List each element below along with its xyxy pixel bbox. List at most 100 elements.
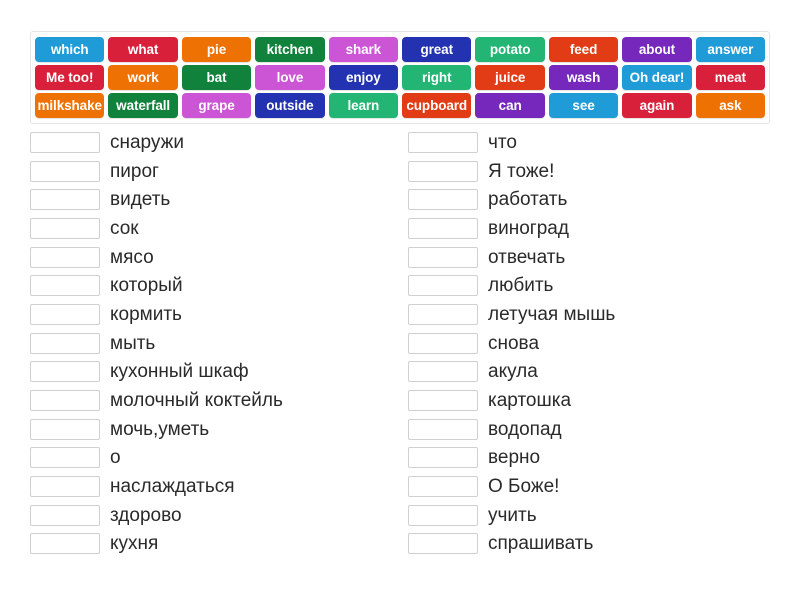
word-tile[interactable]: can bbox=[475, 93, 545, 118]
word-tile[interactable]: Oh dear! bbox=[622, 65, 692, 90]
answer-drop-box[interactable] bbox=[30, 504, 100, 526]
word-tile[interactable]: great bbox=[402, 37, 472, 62]
word-tile[interactable]: again bbox=[622, 93, 692, 118]
match-row: снова bbox=[408, 329, 750, 358]
answer-drop-box[interactable] bbox=[408, 361, 478, 383]
match-row: пирог bbox=[30, 157, 375, 186]
match-prompt-label: работать bbox=[488, 189, 568, 211]
answer-drop-box[interactable] bbox=[408, 418, 478, 440]
word-tile[interactable]: answer bbox=[695, 37, 766, 62]
answer-drop-box[interactable] bbox=[30, 476, 100, 498]
answer-drop-box[interactable] bbox=[30, 303, 100, 325]
answer-drop-box[interactable] bbox=[408, 476, 478, 498]
answer-drop-box[interactable] bbox=[30, 361, 100, 383]
match-prompt-label: снаружи bbox=[110, 131, 184, 153]
word-tile[interactable]: kitchen bbox=[255, 37, 325, 62]
matching-column-left: снаружи пирог видеть сок мясо который кормить м… bbox=[0, 128, 375, 558]
word-tile[interactable]: juice bbox=[475, 65, 545, 90]
match-row: любить bbox=[408, 271, 750, 300]
answer-drop-box[interactable] bbox=[408, 390, 478, 412]
answer-drop-box[interactable] bbox=[30, 332, 100, 354]
match-row: водопад bbox=[408, 415, 750, 444]
match-prompt-label: летучая мышь bbox=[488, 303, 616, 325]
match-row: картошка bbox=[408, 386, 750, 415]
word-tile[interactable]: wash bbox=[548, 65, 619, 90]
word-tile[interactable]: work bbox=[108, 65, 178, 90]
match-prompt-label: сок bbox=[110, 217, 139, 239]
match-row: здорово bbox=[30, 501, 375, 530]
answer-drop-box[interactable] bbox=[408, 533, 478, 555]
match-up-activity: which what pie kitchen shark great potato feed a… bbox=[0, 0, 800, 600]
tile-row: which what pie kitchen shark great potato feed a… bbox=[35, 37, 766, 62]
word-tile[interactable]: shark bbox=[328, 37, 399, 62]
answer-drop-box[interactable] bbox=[30, 131, 100, 153]
answer-drop-box[interactable] bbox=[408, 160, 478, 182]
answer-drop-box[interactable] bbox=[408, 246, 478, 268]
answer-drop-box[interactable] bbox=[408, 275, 478, 297]
word-tile[interactable]: which bbox=[35, 37, 105, 62]
word-tile[interactable]: love bbox=[255, 65, 325, 90]
match-row: кормить bbox=[30, 300, 375, 329]
word-tile[interactable]: about bbox=[622, 37, 692, 62]
answer-drop-box[interactable] bbox=[408, 447, 478, 469]
match-prompt-label: что bbox=[488, 131, 517, 153]
word-tile[interactable]: learn bbox=[328, 93, 399, 118]
match-row: спрашивать bbox=[408, 530, 750, 559]
match-row: летучая мышь bbox=[408, 300, 750, 329]
match-prompt-label: Я тоже! bbox=[488, 160, 555, 182]
word-tile[interactable]: ask bbox=[695, 93, 766, 118]
answer-drop-box[interactable] bbox=[408, 332, 478, 354]
word-tile[interactable]: grape bbox=[181, 93, 252, 118]
word-tile[interactable]: potato bbox=[475, 37, 545, 62]
word-tile[interactable]: milkshake bbox=[35, 93, 105, 118]
word-tile[interactable]: what bbox=[108, 37, 178, 62]
match-row: мочь,уметь bbox=[30, 415, 375, 444]
word-tile[interactable]: right bbox=[402, 65, 472, 90]
match-row: работать bbox=[408, 185, 750, 214]
answer-drop-box[interactable] bbox=[30, 246, 100, 268]
match-prompt-label: отвечать bbox=[488, 246, 566, 268]
match-prompt-label: наслаждаться bbox=[110, 476, 235, 498]
match-prompt-label: О Боже! bbox=[488, 476, 560, 498]
match-prompt-label: молочный коктейль bbox=[110, 390, 283, 412]
match-prompt-label: мочь,уметь bbox=[110, 418, 210, 440]
word-tile[interactable]: bat bbox=[181, 65, 252, 90]
word-tile[interactable]: see bbox=[548, 93, 619, 118]
word-tile[interactable]: pie bbox=[181, 37, 252, 62]
answer-drop-box[interactable] bbox=[30, 160, 100, 182]
match-row: который bbox=[30, 271, 375, 300]
match-row: сок bbox=[30, 214, 375, 243]
match-prompt-label: водопад bbox=[488, 418, 562, 440]
answer-drop-box[interactable] bbox=[30, 189, 100, 211]
match-row: видеть bbox=[30, 185, 375, 214]
match-row: что bbox=[408, 128, 750, 157]
word-tile[interactable]: meat bbox=[695, 65, 766, 90]
word-tile-bank: which what pie kitchen shark great potato feed a… bbox=[30, 31, 770, 124]
match-row: молочный коктейль bbox=[30, 386, 375, 415]
answer-drop-box[interactable] bbox=[30, 447, 100, 469]
answer-drop-box[interactable] bbox=[30, 217, 100, 239]
match-prompt-label: кормить bbox=[110, 303, 182, 325]
word-tile[interactable]: enjoy bbox=[328, 65, 399, 90]
match-row: мыть bbox=[30, 329, 375, 358]
match-row: учить bbox=[408, 501, 750, 530]
answer-drop-box[interactable] bbox=[30, 275, 100, 297]
match-row: кухня bbox=[30, 530, 375, 559]
answer-drop-box[interactable] bbox=[408, 217, 478, 239]
answer-drop-box[interactable] bbox=[30, 418, 100, 440]
answer-drop-box[interactable] bbox=[408, 303, 478, 325]
answer-drop-box[interactable] bbox=[408, 131, 478, 153]
answer-drop-box[interactable] bbox=[30, 533, 100, 555]
word-tile[interactable]: outside bbox=[255, 93, 325, 118]
match-prompt-label: акула bbox=[488, 361, 538, 383]
answer-drop-box[interactable] bbox=[408, 189, 478, 211]
answer-drop-box[interactable] bbox=[408, 504, 478, 526]
match-row: виноград bbox=[408, 214, 750, 243]
match-prompt-label: любить bbox=[488, 275, 554, 297]
word-tile[interactable]: cupboard bbox=[402, 93, 472, 118]
word-tile[interactable]: feed bbox=[548, 37, 619, 62]
match-row: о bbox=[30, 444, 375, 473]
word-tile[interactable]: Me too! bbox=[35, 65, 105, 90]
answer-drop-box[interactable] bbox=[30, 390, 100, 412]
word-tile[interactable]: waterfall bbox=[108, 93, 178, 118]
